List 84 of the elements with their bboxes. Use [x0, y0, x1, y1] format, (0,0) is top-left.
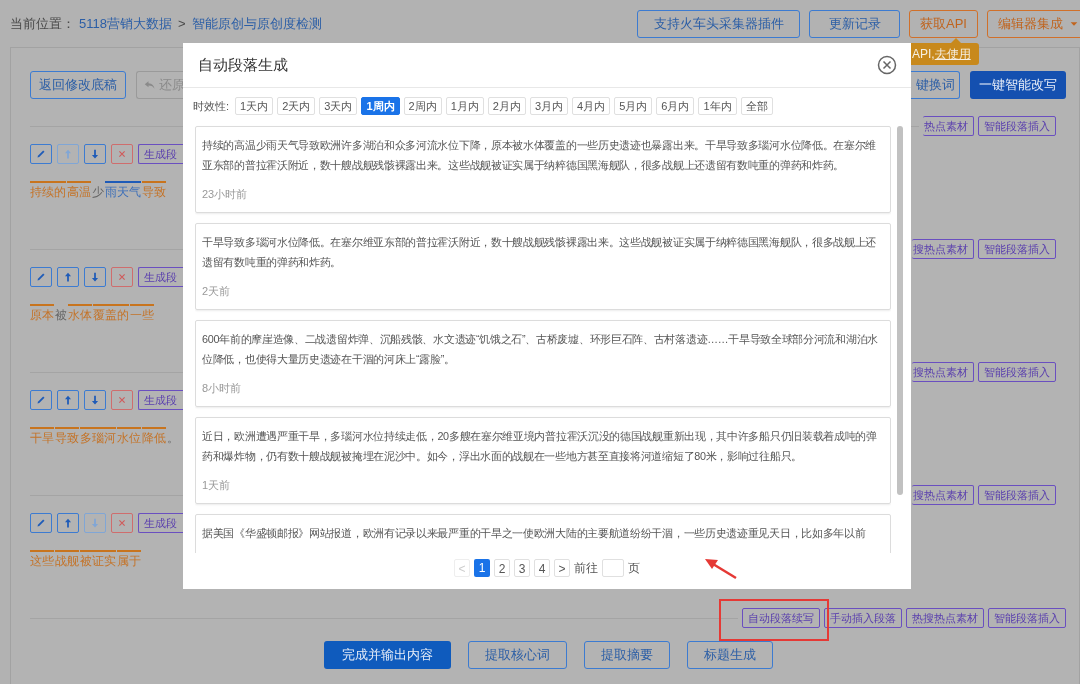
header-button[interactable]: 支持火车头采集器插件: [637, 9, 801, 38]
modal-title: 自动段落生成: [198, 54, 288, 75]
filter-tag[interactable]: 4月内: [572, 97, 611, 115]
close-button[interactable]: [877, 55, 897, 75]
action-button[interactable]: 完成并输出内容: [323, 641, 451, 669]
insert-button[interactable]: 热点素材: [923, 116, 974, 136]
header-button[interactable]: 获取API: [909, 9, 978, 38]
result-card[interactable]: 持续的高温少雨天气导致欧洲许多湖泊和众多河流水位下降，原本被水体覆盖的一些历史遗迹也暴露出来。干旱导致多瑙河水位降低。在塞尔维亚东部的普拉霍沃附近，数十艘战舰残骸裸露出来。这些战舰被证实属于纳粹德国黑海舰队，很多战舰上还遗留有数吨重的弹药和炸药。 23小时前: [195, 126, 891, 213]
result-card[interactable]: 近日，欧洲遭遇严重干旱，多瑙河水位持续走低，20多艘在塞尔维亚境内普拉霍沃沉没的德国战舰重新出现，其中许多船只仍旧装载着成吨的弹药和爆炸物，仍有数十艘战舰被掩埋在泥沙中。如今，浮出水面的战舰在一些地方甚至直接将河道缩短了80米，影响过往船只。 1天前: [195, 417, 891, 504]
filter-tag[interactable]: 1周内: [361, 97, 400, 115]
breadcrumb-separator: >: [176, 14, 187, 33]
filter-tag[interactable]: 2周内: [403, 97, 442, 115]
pencil-button[interactable]: [30, 513, 52, 533]
filter-tag[interactable]: 1月内: [445, 97, 484, 115]
result-text: 据美国《华盛顿邮报》网站报道，欧洲有记录以来最严重的干旱之一使欧洲大陆的主要航道纷纷干涸，一些历史遗迹重见天日，比如多年以前: [202, 526, 867, 541]
result-card[interactable]: 600年前的摩崖造像、二战遗留炸弹、沉船残骸、水文遗迹“饥饿之石”、古桥废墟、环形巨石阵、古村落遗迹……干旱导致全球部分河流和湖泊水位降低，也使得大量历史遗迹在干涸的河床上“露脸”。 8小时前: [195, 320, 891, 407]
insert-button[interactable]: 智能段落插入: [988, 608, 1066, 628]
keyword-text[interactable]: 雨天气: [105, 181, 141, 200]
pencil-button[interactable]: [30, 390, 52, 410]
insert-button[interactable]: 智能段落插入: [978, 116, 1056, 136]
action-button[interactable]: 提取摘要: [583, 641, 670, 669]
close-icon: [877, 55, 897, 75]
page-button[interactable]: 2: [494, 559, 510, 577]
filter-tag[interactable]: 6月内: [656, 97, 695, 115]
result-time: 1天前: [202, 478, 232, 492]
page-input[interactable]: [602, 559, 624, 577]
filter-tag[interactable]: 1天内: [235, 97, 274, 115]
insert-button[interactable]: 智能段落插入: [978, 362, 1056, 382]
insert-button[interactable]: 搜热点素材: [912, 362, 974, 382]
back-button[interactable]: 返回修改底稿: [30, 71, 126, 99]
result-text: 持续的高温少雨天气导致欧洲许多湖泊和众多河流水位下降，原本被水体覆盖的一些历史遗迹也暴露出来。干旱导致多瑙河水位降低。在塞尔维亚东部的普拉霍沃附近，数十艘战舰残骸裸露出来。这些战舰被证实属于纳粹德国黑海舰队，很多战舰上还遗留有数吨重的弹药和炸药。: [202, 138, 878, 173]
word-text: 少: [92, 184, 104, 200]
filter-tag[interactable]: 2月内: [487, 97, 526, 115]
up-arrow-button[interactable]: [57, 390, 79, 410]
action-button[interactable]: 提取核心词: [467, 641, 567, 669]
filter-tag[interactable]: 2天内: [277, 97, 316, 115]
tooltip-pointer: [950, 38, 962, 44]
result-card[interactable]: 干旱导致多瑙河水位降低。在塞尔维亚东部的普拉霍沃附近，数十艘战舰残骸裸露出来。这些战舰被证实属于纳粹德国黑海舰队，很多战舰上还遗留有数吨重的弹药和炸药。 2天前: [195, 223, 891, 310]
action-button[interactable]: 标题生成: [686, 641, 773, 669]
result-time: 8小时前: [202, 381, 243, 395]
insert-button[interactable]: 搜热点素材: [912, 485, 974, 505]
filter-label: 时效性:: [193, 98, 230, 114]
result-time: 23小时前: [202, 187, 249, 201]
page-suffix: 页: [628, 560, 640, 577]
down-arrow-button[interactable]: [84, 267, 106, 287]
filter-tag[interactable]: 3月内: [529, 97, 569, 115]
insert-button[interactable]: 智能段落插入: [978, 485, 1056, 505]
word-text: 被: [55, 307, 67, 323]
use-link[interactable]: 去使用: [934, 45, 971, 63]
up-arrow-button[interactable]: [57, 267, 79, 287]
up-arrow-button[interactable]: [57, 513, 79, 533]
dropdown-button[interactable]: 编辑器集成: [987, 9, 1080, 38]
filter-tag[interactable]: 5月内: [614, 97, 653, 115]
filter-tag[interactable]: 3天内: [319, 97, 358, 115]
breadcrumb-label: 当前位置：: [10, 14, 75, 33]
result-text: 近日，欧洲遭遇严重干旱，多瑙河水位持续走低，20多艘在塞尔维亚境内普拉霍沃沉没的德国战舰重新出现，其中许多船只仍旧装载着成吨的弹药和爆炸物，仍有数十艘战舰被掩埋在泥沙中。如今，浮出水面的战舰在一些地方甚至直接将河道缩短了80米，影响过往船只。: [202, 429, 878, 464]
tooltip: API,去使用: [911, 43, 979, 65]
page-button[interactable]: 3: [514, 559, 530, 577]
word-text: 。: [167, 430, 179, 446]
down-arrow-button[interactable]: [84, 390, 106, 410]
insert-button[interactable]: 自动段落续写: [742, 608, 820, 628]
result-time: 2天前: [202, 284, 232, 298]
insert-button[interactable]: 手动插入段落: [824, 608, 902, 628]
breadcrumb-link[interactable]: 5118营销大数据: [79, 13, 172, 34]
rewrite-button[interactable]: 一键智能改写: [970, 71, 1066, 99]
filter-tag[interactable]: 全部: [740, 97, 773, 115]
undo-icon: [144, 79, 156, 91]
result-card[interactable]: 据美国《华盛顿邮报》网站报道，欧洲有记录以来最严重的干旱之一使欧洲大陆的主要航道纷纷干涸，一些历史遗迹重见天日，比如多年以前: [195, 514, 891, 553]
page-button[interactable]: 4: [534, 559, 550, 577]
insert-button[interactable]: 智能段落插入: [978, 239, 1056, 259]
down-arrow-button[interactable]: [84, 144, 106, 164]
pencil-button[interactable]: [30, 144, 52, 164]
scrollbar-thumb[interactable]: [897, 126, 903, 495]
result-text: 600年前的摩崖造像、二战遗留炸弹、沉船残骸、水文遗迹“饥饿之石”、古桥废墟、环形巨石阵、古村落遗迹……干旱导致全球部分河流和湖泊水位降低，也使得大量历史遗迹在干涸的河床上“露脸”。: [202, 332, 879, 367]
next-page-button[interactable]: >: [554, 559, 570, 577]
pencil-button[interactable]: [30, 267, 52, 287]
insert-button[interactable]: 搜热点素材: [912, 239, 974, 259]
goto-label: 前往: [574, 560, 598, 577]
result-text: 干旱导致多瑙河水位降低。在塞尔维亚东部的普拉霍沃附近，数十艘战舰残骸裸露出来。这些战舰被证实属于纳粹德国黑海舰队，很多战舰上还遗留有数吨重的弹药和炸药。: [202, 235, 878, 270]
filter-tag[interactable]: 1年内: [698, 97, 737, 115]
page-button[interactable]: 1: [474, 559, 490, 577]
breadcrumb-link[interactable]: 智能原创与原创度检测: [191, 13, 322, 34]
insert-button[interactable]: 热搜热点素材: [906, 608, 984, 628]
header-button[interactable]: 更新记录: [809, 9, 901, 38]
